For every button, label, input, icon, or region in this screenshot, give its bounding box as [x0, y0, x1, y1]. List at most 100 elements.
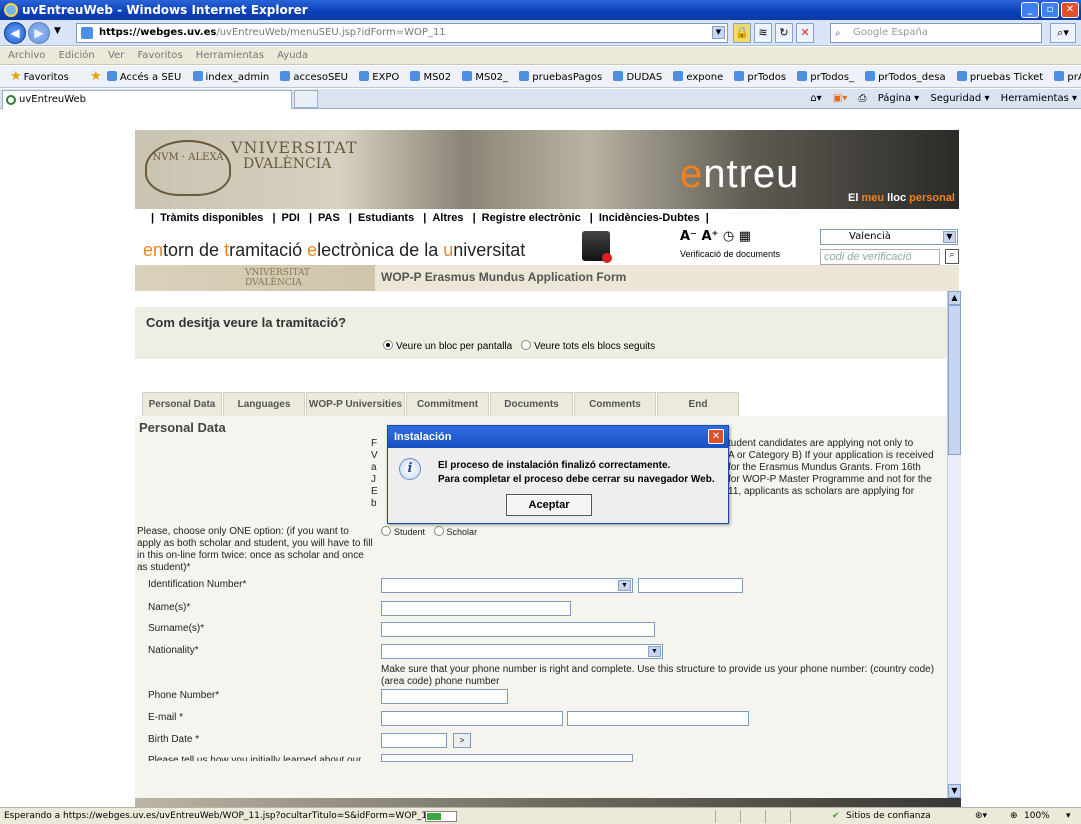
window-titlebar[interactable]: uvEntreuWeb - Windows Internet Explorer …	[0, 0, 1081, 20]
nationality-select[interactable]: ▼	[381, 644, 663, 659]
favorite-link[interactable]: prTodos_	[797, 67, 854, 87]
new-tab-button[interactable]	[294, 90, 318, 108]
id-type-select[interactable]: ▼	[381, 578, 633, 593]
surname-input[interactable]	[381, 622, 655, 637]
folder-icon[interactable]	[582, 231, 612, 263]
print-icon[interactable]: ⎙	[859, 93, 867, 104]
favorite-link[interactable]: pruebasPagos	[519, 67, 602, 87]
stop-icon[interactable]: ✕	[796, 23, 814, 43]
refresh-icon[interactable]: ↻	[775, 23, 793, 43]
email-input[interactable]	[381, 711, 563, 726]
feeds-icon[interactable]: ▣▾	[833, 93, 847, 104]
birth-date-input[interactable]	[381, 733, 447, 748]
id-number-input[interactable]	[638, 578, 743, 593]
close-window-button[interactable]: ✕	[1061, 2, 1079, 18]
history-dropdown-icon[interactable]: ▼	[54, 26, 61, 36]
favorites-star-icon[interactable]: ★	[10, 66, 22, 87]
chevron-down-icon: ▼	[648, 646, 661, 657]
nav-tramits[interactable]: Tràmits disponibles	[160, 212, 263, 224]
forward-arrow-icon[interactable]: ▶	[28, 22, 50, 44]
nav-pdi[interactable]: PDI	[282, 212, 300, 224]
search-go-button[interactable]: ⌕▾	[1050, 23, 1076, 43]
menu-favoritos[interactable]: Favoritos	[137, 50, 182, 61]
scroll-up-icon[interactable]: ▲	[948, 291, 961, 305]
nav-incidencies[interactable]: Incidències-Dubtes	[599, 212, 700, 224]
tools-tools[interactable]: Herramientas ▾	[1001, 93, 1077, 104]
phone-label: Phone Number*	[148, 690, 220, 701]
zoom-dropdown-icon[interactable]: ▾	[1066, 808, 1071, 824]
phone-input[interactable]	[381, 689, 508, 704]
menu-edicion[interactable]: Edición	[59, 50, 95, 61]
scroll-thumb[interactable]	[948, 305, 961, 455]
tab-languages[interactable]: Languages	[223, 392, 305, 416]
tab-commitment[interactable]: Commitment	[406, 392, 489, 416]
compat-icon[interactable]: ≋	[754, 23, 772, 43]
add-favorite-icon[interactable]: ★	[90, 66, 102, 87]
name-input[interactable]	[381, 601, 571, 616]
tab-end[interactable]: End	[657, 392, 739, 416]
back-arrow-icon[interactable]: ◀	[4, 22, 26, 44]
tab-documents[interactable]: Documents	[490, 392, 573, 416]
minimize-button[interactable]: _	[1021, 2, 1039, 18]
menu-ayuda[interactable]: Ayuda	[277, 50, 308, 61]
tools-security[interactable]: Seguridad ▾	[930, 93, 989, 104]
tab-personal-data[interactable]: Personal Data	[142, 392, 222, 416]
tools-page[interactable]: Página ▾	[878, 93, 920, 104]
menu-ver[interactable]: Ver	[108, 50, 124, 61]
favorite-link[interactable]: prAdjunto	[1054, 67, 1081, 87]
accept-button[interactable]: Aceptar	[506, 494, 592, 516]
tab-comments[interactable]: Comments	[574, 392, 656, 416]
radio-all-blocks[interactable]	[520, 340, 531, 350]
nav-estudiants[interactable]: Estudiants	[358, 212, 414, 224]
verify-search-icon[interactable]: ⌕	[945, 249, 959, 264]
accessibility-icons[interactable]: A⁻ A⁺ ◷ ▦	[680, 229, 751, 244]
nav-altres[interactable]: Altres	[432, 212, 463, 224]
security-zone[interactable]: Sitios de confianza	[846, 808, 931, 824]
footer-banner	[135, 798, 961, 807]
source-select[interactable]	[381, 754, 633, 762]
favorite-link[interactable]: EXPO	[359, 67, 399, 87]
zoom-level[interactable]: 100%	[1024, 808, 1050, 824]
favorite-link[interactable]: prTodos	[734, 67, 786, 87]
radio-scholar[interactable]	[433, 526, 444, 536]
radio-one-block[interactable]	[383, 340, 393, 350]
scroll-down-icon[interactable]: ▼	[948, 784, 961, 798]
favorites-button[interactable]: Favoritos	[24, 67, 69, 87]
favorite-link[interactable]: accesoSEU	[280, 67, 348, 87]
favorite-link[interactable]: MS02	[410, 67, 451, 87]
nav-pas[interactable]: PAS	[318, 212, 340, 224]
dialog-title[interactable]: Instalación	[388, 426, 728, 448]
home-icon[interactable]: ⌂▾	[810, 93, 821, 104]
university-name-line2: DVALÈNCIA	[243, 156, 332, 172]
favorite-link[interactable]: pruebas Ticket	[956, 67, 1043, 87]
radio-student[interactable]	[381, 526, 391, 536]
tab-universities[interactable]: WOP-P Universities	[306, 392, 405, 416]
form-panel: Com desitja veure la tramitació? Veure u…	[135, 291, 947, 798]
language-select[interactable]: Valencià ▼	[820, 229, 958, 245]
site-nav: | Tràmits disponibles | PDI | PAS | Estudian…	[151, 212, 709, 224]
verification-link[interactable]: Verificació de documents	[680, 249, 780, 259]
menu-archivo[interactable]: Archivo	[8, 50, 45, 61]
address-dropdown-icon[interactable]: ▼	[712, 26, 725, 39]
protected-mode-icon[interactable]: ⊛▾	[975, 808, 987, 824]
menu-herramientas[interactable]: Herramientas	[196, 50, 264, 61]
nav-registre[interactable]: Registre electrònic	[482, 212, 581, 224]
maximize-button[interactable]: ▫	[1041, 2, 1059, 18]
dialog-close-icon[interactable]: ✕	[708, 429, 724, 444]
favorite-link[interactable]: Accés a SEU	[106, 67, 181, 87]
favorite-link[interactable]: prTodos_desa	[865, 67, 946, 87]
browser-tab[interactable]: uvEntreuWeb	[2, 90, 292, 109]
favorite-link[interactable]: MS02_	[462, 67, 508, 87]
calendar-button[interactable]: >	[453, 733, 471, 748]
form-scrollbar[interactable]: ▲ ▼	[947, 291, 961, 798]
lock-icon[interactable]: 🔒	[733, 23, 751, 43]
zoom-icon[interactable]: ⊕	[1010, 808, 1018, 824]
source-label: Please tell us how you initially learned…	[148, 755, 362, 761]
verification-code-input[interactable]: codi de verificació	[820, 249, 940, 265]
favorite-link[interactable]: index_admin	[192, 67, 269, 87]
email-confirm-input[interactable]	[567, 711, 749, 726]
address-input[interactable]: https://webges.uv.es/uvEntreuWeb/menuSEU…	[76, 23, 728, 43]
favorite-link[interactable]: DUDAS	[613, 67, 662, 87]
favorite-link[interactable]: expone	[673, 67, 723, 87]
search-input[interactable]: ⌕ Google España	[830, 23, 1042, 43]
